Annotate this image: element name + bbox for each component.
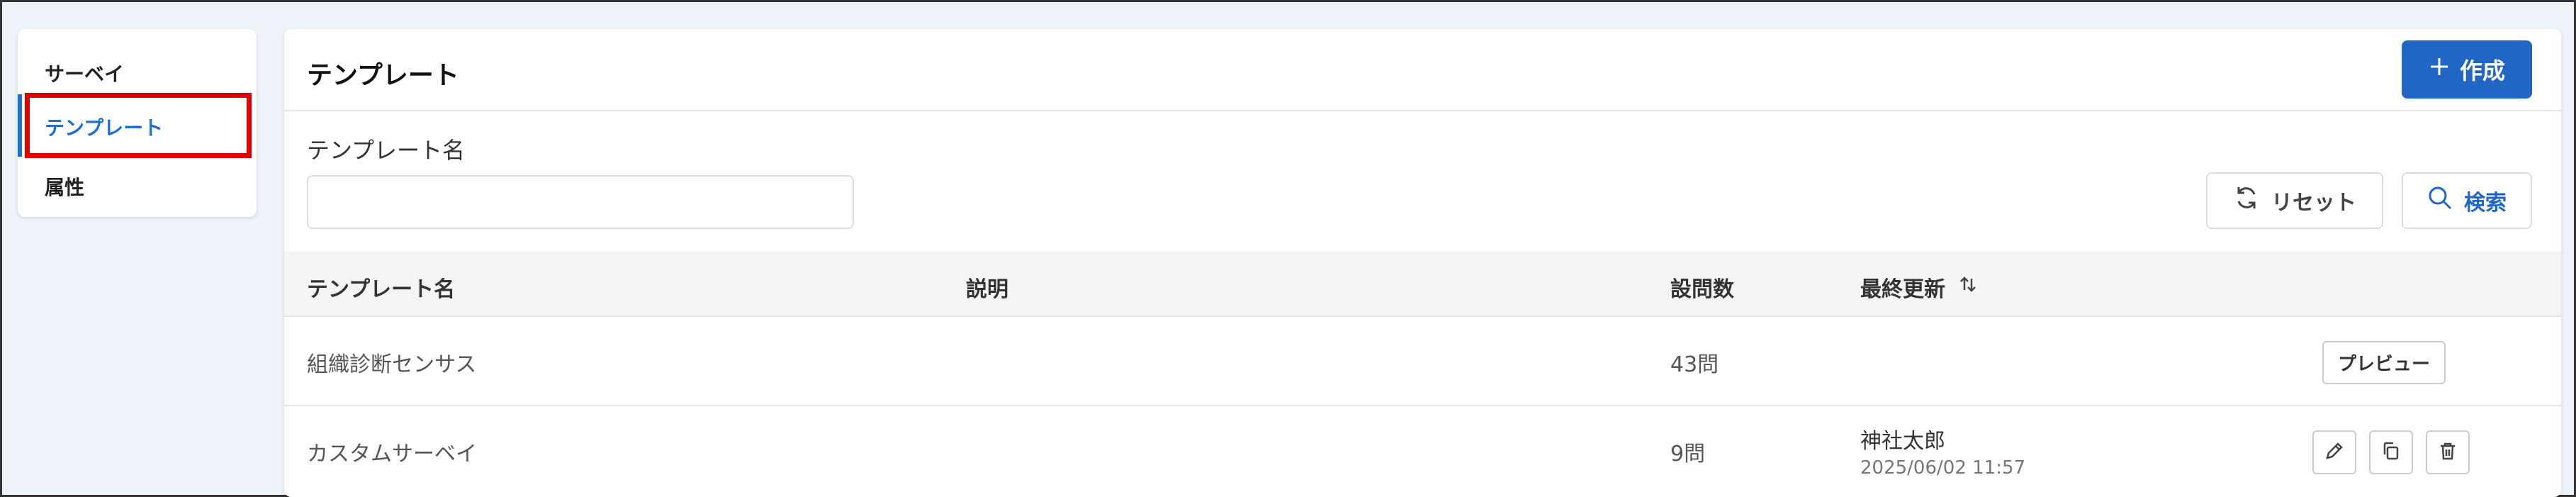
row-updated-by: 神社太郎 (1860, 429, 1945, 454)
column-header-questions: 設問数 (1670, 277, 1734, 302)
sidebar-item-attribute[interactable]: 属性 (18, 172, 257, 201)
search-icon (2427, 185, 2453, 216)
edit-button[interactable] (2312, 430, 2356, 474)
column-header-name[interactable]: テンプレート名 (307, 272, 455, 303)
trash-icon (2437, 440, 2458, 464)
row-question-count: 9問 (1670, 442, 1706, 467)
template-name-label: テンプレート名 (307, 137, 466, 164)
template-name-input[interactable] (307, 175, 854, 229)
create-button[interactable]: 作成 (2402, 40, 2532, 99)
delete-button[interactable] (2426, 430, 2470, 474)
copy-icon (2380, 440, 2402, 464)
row-template-name: カスタムサーベイ (307, 442, 477, 467)
column-header-updated[interactable]: 最終更新 (1860, 272, 1978, 303)
reset-button[interactable]: リセット (2206, 172, 2383, 229)
table-row: カスタムサーベイ 9問 神社太郎 2025/06/02 11:57 (284, 406, 2561, 497)
row-template-name: 組織診断センサス (307, 352, 477, 377)
row-updated-at: 2025/06/02 11:57 (1860, 457, 2026, 479)
column-header-description: 説明 (966, 277, 1008, 302)
table-header: テンプレート名 説明 設問数 最終更新 (284, 252, 2561, 317)
row-question-count: 43問 (1670, 352, 1719, 377)
search-button[interactable]: 検索 (2402, 172, 2532, 229)
search-button-label: 検索 (2464, 191, 2507, 216)
refresh-icon (2233, 184, 2260, 217)
table-row: 組織診断センサス 43問 プレビュー (284, 317, 2561, 406)
sort-icon[interactable] (1958, 274, 1978, 300)
page-title: テンプレート (307, 61, 459, 90)
reset-button-label: リセット (2271, 191, 2356, 216)
plus-icon (2429, 56, 2450, 83)
edit-icon (2324, 440, 2345, 464)
sidebar-item-survey[interactable]: サーベイ (18, 59, 257, 87)
highlight-box (25, 93, 252, 158)
column-header-updated-label: 最終更新 (1860, 277, 1945, 302)
header-divider (284, 110, 2561, 111)
copy-button[interactable] (2369, 430, 2413, 474)
main-panel: テンプレート 作成 テンプレート名 リセット 検索 テンプレート名 説明 設問数… (284, 29, 2561, 497)
preview-button[interactable]: プレビュー (2322, 341, 2446, 384)
create-button-label: 作成 (2459, 57, 2505, 84)
